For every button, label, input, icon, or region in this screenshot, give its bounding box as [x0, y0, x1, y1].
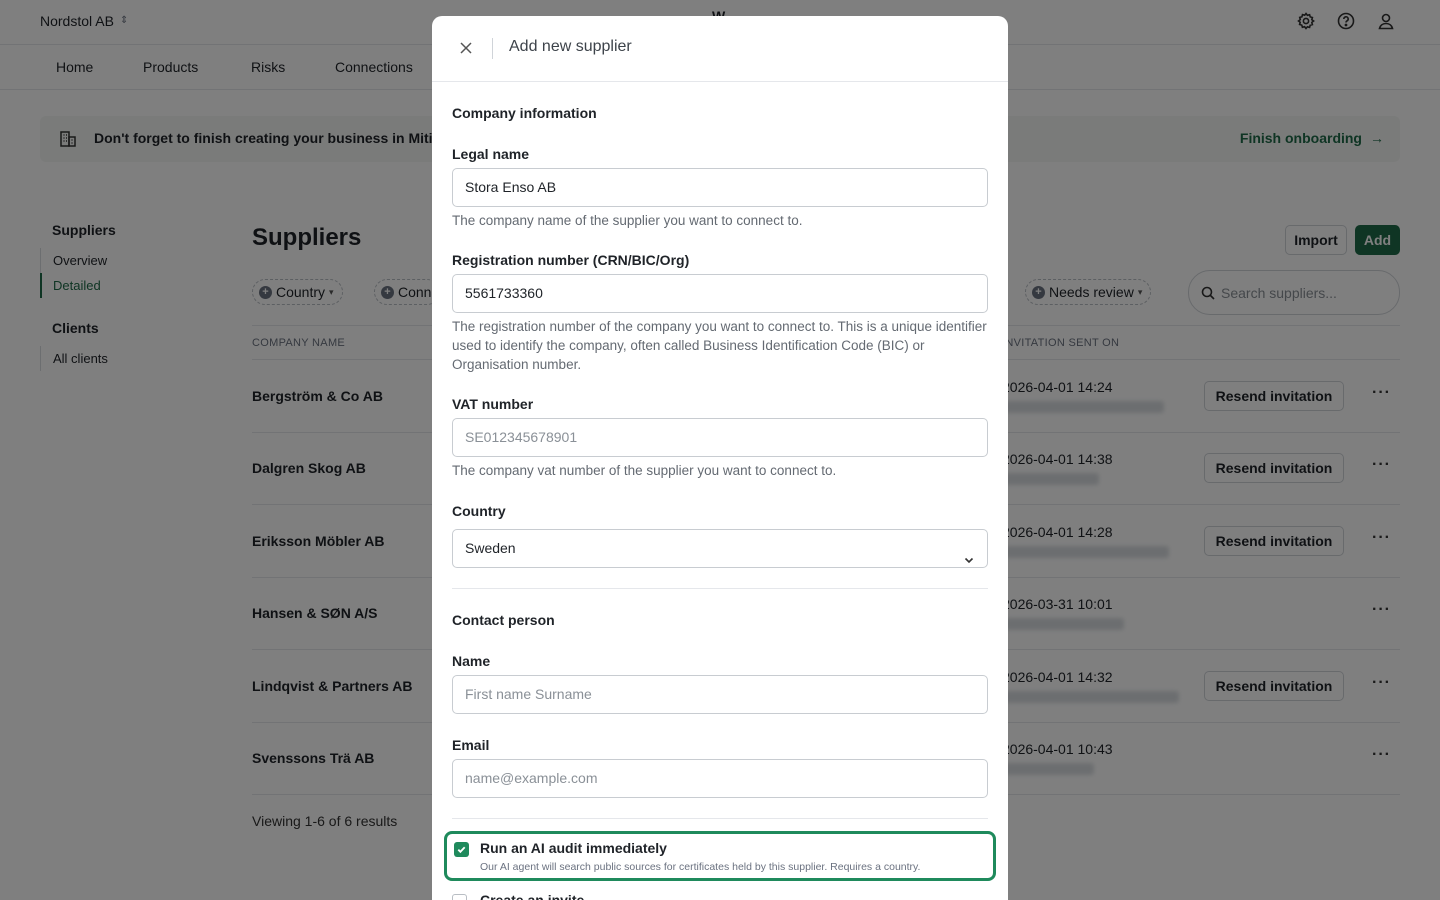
create-invite-checkbox[interactable] — [452, 894, 467, 900]
ai-audit-option[interactable]: Run an AI audit immediately Our AI agent… — [444, 831, 996, 881]
country-select[interactable]: Sweden — [452, 529, 988, 568]
chevron-down-icon — [963, 543, 975, 564]
legal-name-label: Legal name — [452, 146, 530, 162]
registration-number-help: The registration number of the company y… — [452, 319, 987, 372]
contact-name-input[interactable]: First name Surname — [452, 675, 988, 714]
contact-email-input[interactable]: name@example.com — [452, 759, 988, 798]
legal-name-input[interactable]: Stora Enso AB — [452, 168, 988, 207]
create-invite-label: Create an invite — [480, 892, 585, 900]
ai-audit-help: Our AI agent will search public sources … — [480, 861, 921, 873]
ai-audit-label: Run an AI audit immediately — [480, 840, 667, 856]
country-value: Sweden — [465, 540, 516, 556]
contact-email-label: Email — [452, 737, 490, 753]
ai-audit-checkbox[interactable] — [454, 842, 469, 857]
dialog-title: Add new supplier — [509, 38, 632, 55]
header-divider — [492, 38, 493, 59]
legal-name-help: The company name of the supplier you wan… — [452, 213, 803, 228]
vat-number-help: The company vat number of the supplier y… — [452, 463, 837, 478]
vat-number-input[interactable]: SE012345678901 — [452, 418, 988, 457]
dialog-header: Add new supplier — [432, 16, 1008, 82]
section-divider — [452, 818, 988, 819]
vat-number-label: VAT number — [452, 396, 534, 412]
contact-name-label: Name — [452, 653, 491, 669]
section-contact-person: Contact person — [452, 612, 555, 628]
close-icon[interactable] — [456, 38, 476, 58]
check-icon — [457, 846, 466, 854]
section-divider — [452, 588, 988, 589]
registration-number-input[interactable]: 5561733360 — [452, 274, 988, 313]
section-company-information: Company information — [452, 105, 597, 121]
country-label: Country — [452, 503, 506, 519]
registration-number-label: Registration number (CRN/BIC/Org) — [452, 252, 690, 268]
add-supplier-dialog: Add new supplier Company information Leg… — [432, 16, 1008, 900]
